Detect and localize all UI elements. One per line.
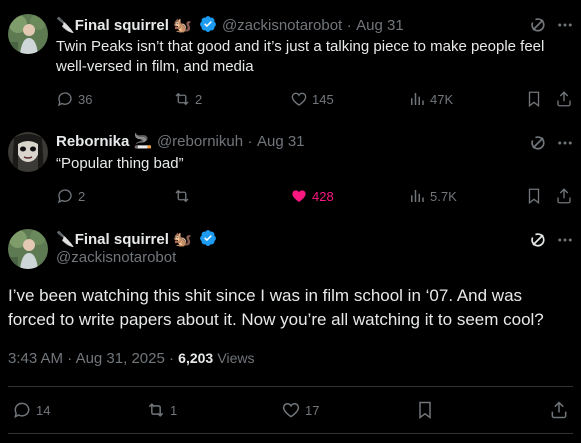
bookmark-icon[interactable] [525, 187, 543, 210]
share-icon[interactable] [549, 400, 569, 425]
avatar[interactable] [8, 14, 48, 54]
views-count: 5.7K [430, 188, 457, 204]
divider [8, 433, 573, 434]
heart-icon [291, 92, 307, 106]
divider [8, 386, 573, 387]
reply-count: 2 [78, 188, 86, 204]
display-name[interactable]: Final squirrel [75, 17, 169, 34]
views-button[interactable]: 5.7K [408, 187, 457, 205]
squirrel-emoji: 🐿️ [173, 231, 193, 248]
heart-filled-icon [292, 190, 306, 202]
views-label: Views [217, 350, 255, 366]
display-name[interactable]: Final squirrel [75, 231, 169, 248]
reply-icon [14, 402, 30, 419]
knife-emoji: 🔪 [56, 17, 75, 34]
heart-icon [282, 402, 300, 418]
views-count: 6,203 [178, 350, 214, 366]
tweet-header: 🔪Final squirrel 🐿️ @zackisnotarobot · Au… [56, 15, 404, 35]
separator: · [168, 350, 174, 367]
like-button[interactable]: 17 [281, 400, 319, 420]
reply-button[interactable]: 36 [56, 90, 92, 108]
cigarette-emoji: 🚬 [133, 133, 153, 150]
like-count: 428 [312, 188, 334, 204]
views-icon [411, 190, 424, 202]
retweet-button[interactable]: 1 [146, 400, 177, 420]
like-count: 145 [312, 91, 334, 107]
grok-icon[interactable] [528, 230, 548, 255]
timestamp[interactable]: Aug 31 [257, 133, 305, 150]
more-icon[interactable] [556, 16, 574, 39]
views-count: 47K [430, 91, 454, 107]
retweet-button[interactable] [173, 187, 195, 205]
post-date[interactable]: Aug 31, 2025 [76, 350, 165, 367]
handle[interactable]: @zackisnotarobot [56, 249, 176, 266]
reply-count: 36 [78, 91, 93, 107]
bookmark-icon[interactable] [415, 400, 435, 425]
reply-icon [57, 92, 72, 107]
views-icon [411, 93, 424, 105]
reply-button[interactable]: 2 [56, 187, 85, 205]
like-button[interactable]: 145 [290, 90, 334, 108]
like-count: 17 [305, 402, 320, 418]
separator: · [67, 350, 73, 367]
like-button[interactable]: 428 [290, 187, 334, 205]
retweet-icon [175, 92, 189, 106]
retweet-button[interactable]: 2 [173, 90, 202, 108]
knife-emoji: 🔪 [56, 231, 75, 248]
display-name[interactable]: Rebornika [56, 133, 129, 150]
avatar[interactable] [8, 132, 48, 172]
handle[interactable]: @rebornikuh [157, 133, 243, 150]
tweet-text: “Popular thing bad” [56, 155, 184, 172]
verified-badge-icon[interactable] [199, 15, 217, 33]
bookmark-icon[interactable] [525, 90, 543, 113]
post-time[interactable]: 3:43 AM [8, 350, 63, 367]
views-button[interactable]: 47K [408, 90, 453, 108]
separator: · [247, 133, 253, 150]
retweet-icon [175, 189, 189, 203]
tweet-meta: 3:43 AM · Aug 31, 2025 · 6,203 Views [8, 350, 254, 367]
retweet-icon [148, 403, 164, 417]
verified-badge-icon[interactable] [199, 229, 217, 247]
tweet-text: I’ve been watching this shit since I was… [8, 286, 544, 329]
reply-button[interactable]: 14 [12, 400, 50, 420]
more-icon[interactable] [556, 231, 574, 254]
timestamp[interactable]: Aug 31 [356, 17, 404, 34]
separator: · [346, 17, 352, 34]
squirrel-emoji: 🐿️ [173, 17, 193, 34]
share-icon[interactable] [555, 90, 573, 113]
retweet-count: 1 [170, 402, 178, 418]
handle[interactable]: @zackisnotarobot [222, 17, 342, 34]
tweet-header: Rebornika 🚬 @rebornikuh · Aug 31 [56, 132, 305, 151]
avatar[interactable] [8, 229, 48, 269]
share-icon[interactable] [555, 187, 573, 210]
retweet-count: 2 [195, 91, 203, 107]
tweet-text: Twin Peaks isn’t that good and it’s just… [56, 38, 545, 75]
reply-count: 14 [36, 402, 51, 418]
tweet-header: 🔪Final squirrel 🐿️ [56, 229, 217, 249]
reply-icon [57, 189, 72, 204]
